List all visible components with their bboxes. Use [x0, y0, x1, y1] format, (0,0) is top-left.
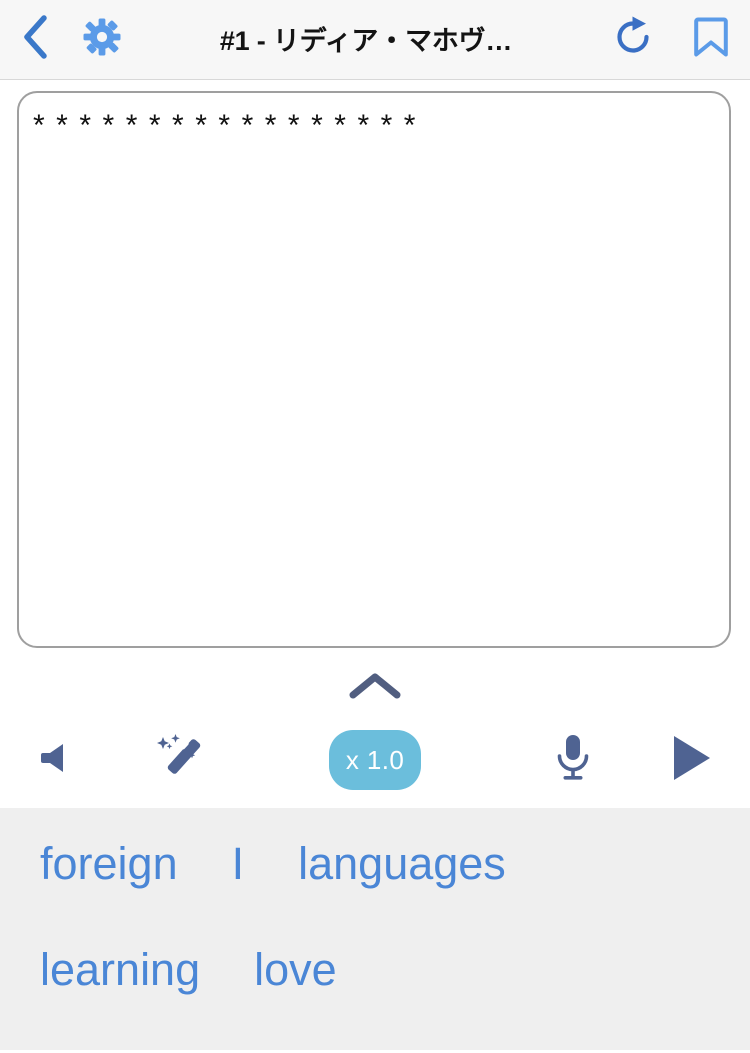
- playback-speed-button[interactable]: x 1.0: [329, 730, 421, 790]
- chevron-up-icon: [348, 671, 402, 706]
- word-bank-row: learning love: [40, 947, 710, 1053]
- gear-icon: [82, 17, 122, 62]
- expand-panel-handle[interactable]: [0, 667, 750, 709]
- magic-wand-icon: [151, 732, 203, 789]
- magic-wand-button[interactable]: [118, 712, 236, 808]
- page-title: #1 - リディア・マホヴ…: [138, 19, 594, 58]
- bookmark-icon: [693, 15, 729, 64]
- settings-button[interactable]: [66, 0, 138, 80]
- chevron-left-icon: [20, 13, 50, 66]
- play-button[interactable]: [632, 712, 750, 808]
- bookmark-button[interactable]: [672, 0, 750, 80]
- play-icon: [668, 733, 714, 788]
- word-chip[interactable]: learning: [40, 947, 200, 992]
- word-bank-row: foreign I languages: [40, 841, 710, 947]
- word-chip[interactable]: love: [254, 947, 337, 992]
- microphone-icon: [553, 732, 593, 789]
- answer-text-area[interactable]: *****************: [17, 91, 731, 648]
- refresh-button[interactable]: [594, 0, 672, 80]
- speaker-mute-icon: [37, 736, 81, 785]
- back-button[interactable]: [0, 0, 66, 80]
- player-toolbar: x 1.0: [0, 712, 750, 808]
- speed-control-wrap: x 1.0: [236, 712, 514, 808]
- word-chip[interactable]: languages: [298, 841, 506, 886]
- word-chip[interactable]: I: [232, 841, 245, 886]
- masked-answer-text: *****************: [33, 107, 715, 145]
- speaker-button[interactable]: [0, 712, 118, 808]
- redo-icon: [613, 16, 653, 63]
- word-chip[interactable]: foreign: [40, 841, 178, 886]
- microphone-button[interactable]: [514, 712, 632, 808]
- app-header: #1 - リディア・マホヴ…: [0, 0, 750, 80]
- word-bank: foreign I languages learning love: [0, 808, 750, 1050]
